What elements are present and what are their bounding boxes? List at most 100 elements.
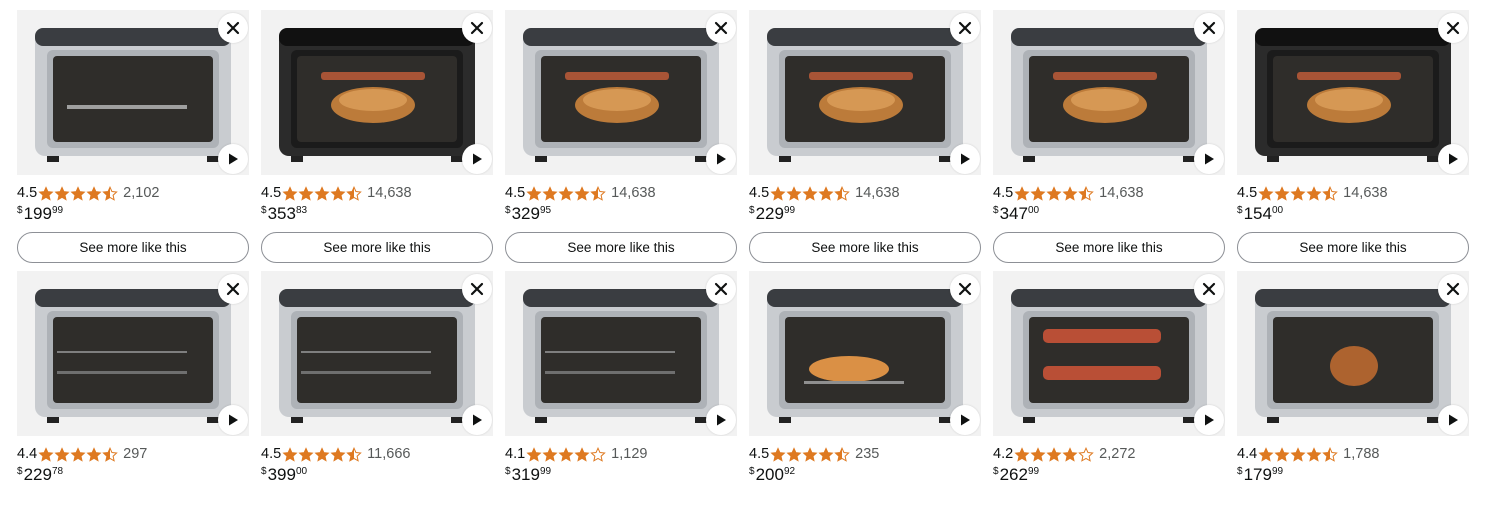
review-count[interactable]: 14,638 (367, 184, 411, 202)
close-icon[interactable] (462, 274, 492, 304)
rating-line[interactable]: 4.5 11,666 (261, 445, 493, 463)
play-icon[interactable] (1438, 405, 1468, 435)
star-rating[interactable] (1014, 446, 1094, 462)
star-rating[interactable] (526, 185, 606, 201)
play-icon[interactable] (950, 405, 980, 435)
play-icon[interactable] (462, 144, 492, 174)
play-icon[interactable] (218, 405, 248, 435)
price[interactable]: $ 353 83 (261, 203, 493, 225)
review-count[interactable]: 11,666 (367, 445, 410, 463)
play-icon[interactable] (1438, 144, 1468, 174)
see-more-button[interactable]: See more like this (505, 232, 737, 263)
review-count[interactable]: 14,638 (1343, 184, 1387, 202)
review-count[interactable]: 14,638 (1099, 184, 1143, 202)
product-card[interactable]: 4.5 235 $ 200 92 (749, 271, 981, 486)
price[interactable]: $ 329 95 (505, 203, 737, 225)
rating-line[interactable]: 4.5 14,638 (993, 184, 1225, 202)
play-icon[interactable] (706, 144, 736, 174)
rating-line[interactable]: 4.4 297 (17, 445, 249, 463)
star-rating[interactable] (38, 446, 118, 462)
close-icon[interactable] (1438, 274, 1468, 304)
rating-line[interactable]: 4.5 14,638 (749, 184, 981, 202)
product-card[interactable]: 4.5 14,638 $ 353 83 See more like this (261, 10, 493, 263)
close-icon[interactable] (950, 13, 980, 43)
price[interactable]: $ 229 99 (749, 203, 981, 225)
star-rating[interactable] (38, 185, 118, 201)
product-card[interactable]: 4.4 1,788 $ 179 99 (1237, 271, 1469, 486)
product-card[interactable]: 4.5 14,638 $ 154 00 See more like this (1237, 10, 1469, 263)
product-card[interactable]: 4.5 14,638 $ 347 00 See more like this (993, 10, 1225, 263)
product-card[interactable]: 4.5 14,638 $ 229 99 See more like this (749, 10, 981, 263)
play-icon[interactable] (1194, 144, 1224, 174)
star-rating[interactable] (1258, 185, 1338, 201)
rating-line[interactable]: 4.5 14,638 (505, 184, 737, 202)
star-rating[interactable] (1014, 185, 1094, 201)
product-card[interactable]: 4.4 297 $ 229 78 (17, 271, 249, 486)
star-rating[interactable] (282, 185, 362, 201)
rating-line[interactable]: 4.5 14,638 (1237, 184, 1469, 202)
review-count[interactable]: 1,129 (611, 445, 647, 463)
review-count[interactable]: 297 (123, 445, 147, 463)
close-icon[interactable] (706, 274, 736, 304)
close-icon[interactable] (950, 274, 980, 304)
price[interactable]: $ 199 99 (17, 203, 249, 225)
review-count[interactable]: 235 (855, 445, 879, 463)
product-card[interactable]: 4.5 2,102 $ 199 99 See more like this (17, 10, 249, 263)
price[interactable]: $ 179 99 (1237, 464, 1469, 486)
star-rating[interactable] (770, 446, 850, 462)
ninja-double-oven-image[interactable] (17, 10, 249, 175)
dark-top-oven-chicken-image[interactable] (1237, 10, 1469, 175)
close-icon[interactable] (462, 13, 492, 43)
star-rating[interactable] (526, 446, 606, 462)
rating-line[interactable]: 4.2 2,272 (993, 445, 1225, 463)
star-rating[interactable] (770, 185, 850, 201)
play-icon[interactable] (462, 405, 492, 435)
hamilton-beach-oven-image[interactable] (749, 271, 981, 436)
close-icon[interactable] (1194, 13, 1224, 43)
rating-line[interactable]: 4.5 14,638 (261, 184, 493, 202)
rating-line[interactable]: 4.5 235 (749, 445, 981, 463)
see-more-button[interactable]: See more like this (261, 232, 493, 263)
review-count[interactable]: 14,638 (611, 184, 655, 202)
see-more-button[interactable]: See more like this (993, 232, 1225, 263)
price[interactable]: $ 229 78 (17, 464, 249, 486)
close-icon[interactable] (1438, 13, 1468, 43)
silver-countertop-oven-image[interactable] (749, 10, 981, 175)
star-rating[interactable] (1258, 446, 1338, 462)
dash-air-fryer-oven-image[interactable] (1237, 271, 1469, 436)
see-more-button[interactable]: See more like this (749, 232, 981, 263)
close-icon[interactable] (218, 13, 248, 43)
rating-line[interactable]: 4.1 1,129 (505, 445, 737, 463)
close-icon[interactable] (1194, 274, 1224, 304)
star-rating[interactable] (282, 446, 362, 462)
black-countertop-oven-chicken-image[interactable] (261, 10, 493, 175)
see-more-button[interactable]: See more like this (17, 232, 249, 263)
product-card[interactable]: 4.1 1,129 $ 319 99 (505, 271, 737, 486)
breville-toaster-oven-image[interactable] (17, 271, 249, 436)
delonghi-oven-image[interactable] (505, 271, 737, 436)
oster-french-door-oven-image[interactable] (993, 271, 1225, 436)
price[interactable]: $ 154 00 (1237, 203, 1469, 225)
see-more-button[interactable]: See more like this (1237, 232, 1469, 263)
price[interactable]: $ 262 99 (993, 464, 1225, 486)
price[interactable]: $ 319 99 (505, 464, 737, 486)
breville-smart-oven-image[interactable] (261, 271, 493, 436)
review-count[interactable]: 1,788 (1343, 445, 1379, 463)
product-card[interactable]: 4.2 2,272 $ 262 99 (993, 271, 1225, 486)
close-icon[interactable] (218, 274, 248, 304)
review-count[interactable]: 2,272 (1099, 445, 1135, 463)
steel-oven-roast-chicken-image[interactable] (993, 10, 1225, 175)
rating-line[interactable]: 4.5 2,102 (17, 184, 249, 202)
close-icon[interactable] (706, 13, 736, 43)
play-icon[interactable] (950, 144, 980, 174)
product-card[interactable]: 4.5 14,638 $ 329 95 See more like this (505, 10, 737, 263)
play-icon[interactable] (1194, 405, 1224, 435)
price[interactable]: $ 200 92 (749, 464, 981, 486)
review-count[interactable]: 14,638 (855, 184, 899, 202)
play-icon[interactable] (218, 144, 248, 174)
product-card[interactable]: 4.5 11,666 $ 399 00 (261, 271, 493, 486)
price[interactable]: $ 399 00 (261, 464, 493, 486)
play-icon[interactable] (706, 405, 736, 435)
steel-countertop-oven-chicken-image[interactable] (505, 10, 737, 175)
review-count[interactable]: 2,102 (123, 184, 159, 202)
